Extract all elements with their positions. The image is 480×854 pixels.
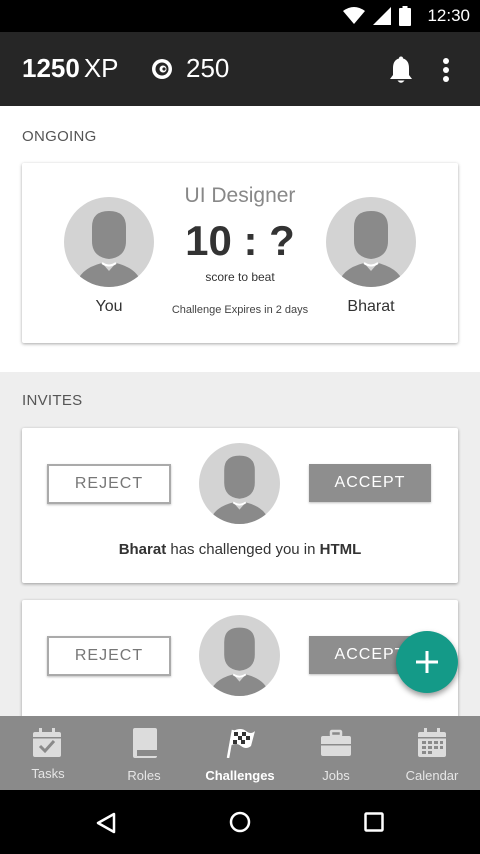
book-icon <box>133 728 157 758</box>
app-bar: 1250 XP 250 <box>0 32 480 106</box>
system-navigation-bar <box>0 790 480 854</box>
reject-button[interactable]: REJECT <box>47 636 171 676</box>
add-challenge-fab[interactable] <box>396 631 458 693</box>
challenge-role: UI Designer <box>184 184 296 207</box>
challenger-name: Bharat <box>118 541 167 558</box>
invite-text: has challenged you in <box>170 541 316 558</box>
bottom-navigation: Tasks Roles Challenges Jobs Calendar <box>0 716 480 790</box>
nav-jobs[interactable]: Jobs <box>288 716 384 790</box>
calendar-check-icon <box>33 728 61 757</box>
invite-card: REJECT ACCEPT Bharat has challenged you … <box>22 428 458 583</box>
reject-button[interactable]: REJECT <box>47 464 171 504</box>
calendar-icon <box>418 728 446 757</box>
avatar-opponent <box>326 197 416 287</box>
briefcase-icon <box>321 729 351 756</box>
signal-icon <box>373 7 392 25</box>
nav-roles[interactable]: Roles <box>96 716 192 790</box>
challenge-expiry: Challenge Expires in 2 days <box>171 304 309 316</box>
nav-label: Tasks <box>31 766 65 781</box>
player-name-you: You <box>95 298 123 315</box>
player-name-opponent: Bharat <box>347 298 395 315</box>
person-icon <box>76 211 142 287</box>
recent-apps-icon[interactable] <box>364 812 384 832</box>
person-icon <box>209 455 270 524</box>
nav-label: Challenges <box>205 768 275 783</box>
back-icon[interactable] <box>96 812 116 834</box>
battery-icon <box>399 6 412 26</box>
avatar-you <box>64 197 154 287</box>
ongoing-challenge-card[interactable]: You UI Designer 10 : ? score to beat Cha… <box>22 163 458 343</box>
invites-section-title: INVITES <box>22 392 83 409</box>
home-icon[interactable] <box>229 811 251 833</box>
nav-label: Calendar <box>405 768 459 783</box>
xp-display: 1250 XP <box>22 53 119 84</box>
avatar-challenger <box>199 443 280 524</box>
accept-button[interactable]: ACCEPT <box>309 464 431 502</box>
clock: 12:30 <box>427 6 470 25</box>
coin-display: 250 <box>150 53 229 84</box>
nav-calendar[interactable]: Calendar <box>384 716 480 790</box>
nav-challenges[interactable]: Challenges <box>192 716 288 790</box>
person-icon <box>338 211 404 287</box>
nav-label: Jobs <box>322 768 350 783</box>
status-bar: 12:30 <box>0 0 480 32</box>
more-options-icon[interactable] <box>434 56 458 84</box>
avatar-challenger <box>199 615 280 696</box>
invite-message: Bharat has challenged you in HTML <box>22 541 458 558</box>
nav-label: Roles <box>127 768 161 783</box>
challenge-topic: HTML <box>319 541 362 558</box>
coin-count: 250 <box>186 53 230 83</box>
coin-icon <box>152 58 172 79</box>
plus-icon <box>416 651 438 673</box>
notification-bell-icon[interactable] <box>388 56 414 84</box>
score-caption: score to beat <box>205 270 275 284</box>
challenge-score: 10 : ? <box>185 217 295 264</box>
ongoing-section-title: ONGOING <box>22 128 97 145</box>
wifi-icon <box>343 7 366 24</box>
xp-unit: XP <box>83 53 119 83</box>
person-icon <box>209 627 270 696</box>
nav-tasks[interactable]: Tasks <box>0 716 96 790</box>
xp-value: 1250 <box>22 53 80 83</box>
checkered-flag-icon <box>226 729 255 758</box>
